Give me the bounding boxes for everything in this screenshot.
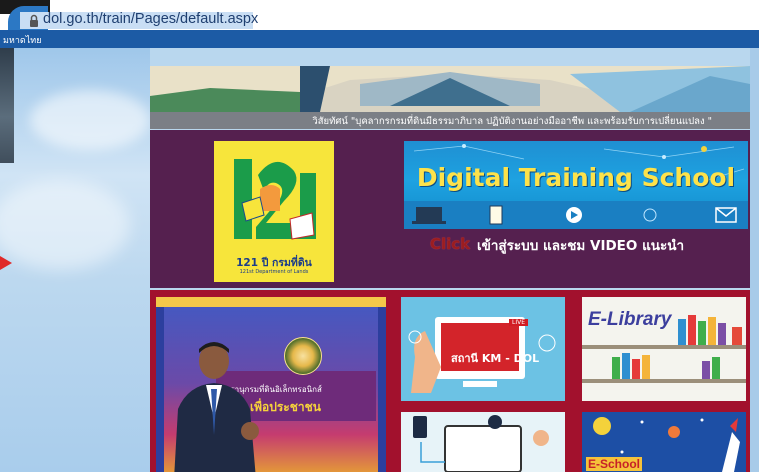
laptop-network-icon — [413, 415, 549, 472]
department-seal-icon — [284, 337, 322, 375]
building-illustration-icon — [150, 66, 750, 112]
enter-system-link[interactable]: เข้าสู่ระบบ และชม VIDEO แนะนำ — [477, 234, 684, 256]
lock-icon — [30, 14, 38, 27]
digital-training-school-banner[interactable]: Digital Training School — [404, 141, 748, 229]
click-label[interactable]: Click — [430, 235, 470, 253]
header-banner — [150, 66, 750, 112]
land-encyclopedia-tile[interactable]: สารานุกรมที่ดินอิเล็กทรอนิกส์ เพื่อประชา… — [156, 297, 386, 472]
anniversary-logo-link[interactable]: 121 ปี กรมที่ดิน 121st Department of Lan… — [214, 141, 334, 282]
vision-text: วิสัยทัศน์ "บุคลากรกรมที่ดินมีธรรมาภิบาล… — [312, 116, 712, 127]
browser-address-bar: dol.go.th/train/Pages/default.aspx — [0, 0, 759, 36]
device-icons-strip — [404, 201, 748, 229]
site-title-fragment: มหาดไทย — [3, 36, 42, 46]
e-library-tile[interactable]: E-Library — [582, 297, 746, 401]
e-school-tile[interactable]: E-School — [582, 412, 746, 472]
e-school-label: E-School — [586, 457, 643, 471]
digital-training-school-title: Digital Training School — [416, 163, 736, 192]
cloud-decoration — [30, 90, 150, 150]
vision-bar: วิสัยทัศน์ "บุคลากรกรมที่ดินมีธรรมาภิบาล… — [150, 112, 750, 129]
arrow-pointer-icon — [0, 256, 12, 270]
live-badge: LIVE — [509, 319, 529, 326]
anniversary-caption-en: 121st Department of Lands — [239, 269, 309, 275]
background-photo-edge — [0, 48, 14, 163]
online-learning-tile[interactable] — [401, 412, 565, 472]
official-portrait-icon — [174, 342, 259, 472]
km-dol-label: สถานี KM - DOL — [451, 352, 540, 365]
url-field[interactable]: dol.go.th/train/Pages/default.aspx — [43, 11, 258, 27]
background-sky-right — [750, 48, 759, 472]
tile-top-bar — [156, 297, 386, 307]
site-top-strip: มหาดไทย — [0, 30, 759, 48]
bookshelf-icon — [582, 315, 746, 383]
km-dol-tile[interactable]: LIVE สถานี KM - DOL — [401, 297, 565, 401]
